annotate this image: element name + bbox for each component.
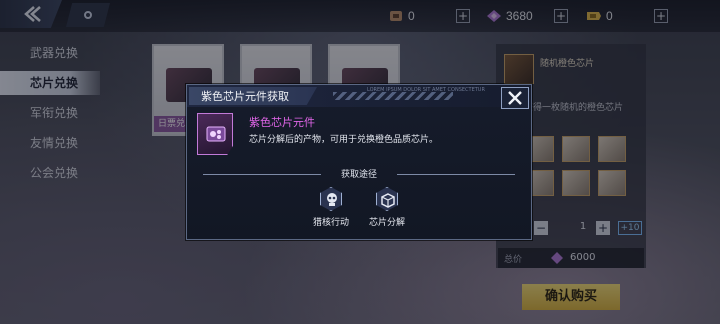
box-hex-icon (376, 187, 398, 211)
item-source-dialog: 紫色芯片元件获取 LOREM IPSUM DOLOR SIT AMET CONS… (186, 84, 532, 240)
close-icon (508, 91, 522, 105)
item-name: 紫色芯片元件 (249, 116, 315, 129)
dialog-header: 紫色芯片元件获取 LOREM IPSUM DOLOR SIT AMET CONS… (187, 85, 531, 107)
decorative-tiny-text: LOREM IPSUM DOLOR SIT AMET CONSECTETUR (367, 87, 485, 93)
source-label: 芯片分解 (368, 218, 405, 228)
source-chip-disassemble[interactable]: 芯片分解 (357, 187, 417, 231)
skull-hex-icon (320, 187, 342, 211)
purple-chip-component-icon (197, 113, 233, 155)
source-hunt-operation[interactable]: 猎核行动 (301, 187, 361, 231)
decorative-stripes (333, 92, 453, 100)
item-description: 芯片分解后的产物，可用于兑换橙色品质芯片。 (249, 135, 439, 145)
close-button[interactable] (501, 87, 529, 109)
source-label: 猎核行动 (312, 218, 349, 228)
source-section-label: 获取途径 (340, 170, 377, 180)
dialog-title: 紫色芯片元件获取 (201, 90, 289, 103)
